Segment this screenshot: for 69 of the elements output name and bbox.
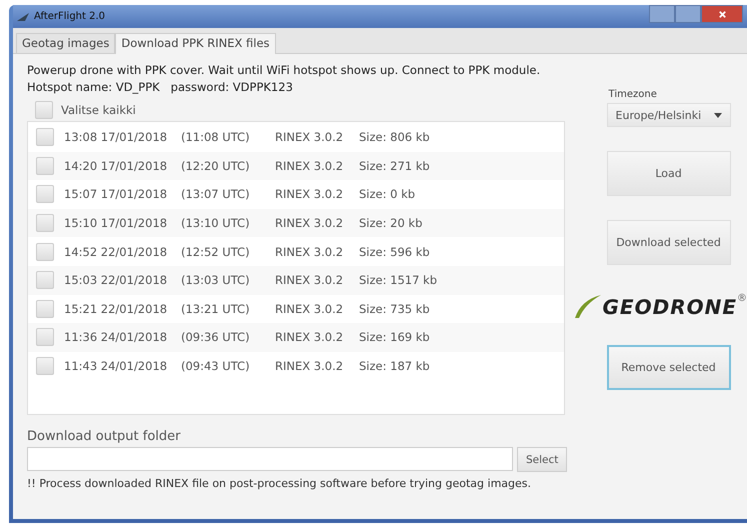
file-format: RINEX 3.0.2 (275, 244, 344, 259)
file-format: RINEX 3.0.2 (275, 330, 344, 344)
file-utc-time: (13:10 UTC) (181, 216, 251, 230)
output-folder-label: Download output folder (27, 429, 182, 444)
select-button[interactable]: Select (517, 447, 568, 472)
remove-selected-button[interactable]: Remove selected (606, 345, 731, 390)
file-utc-time: (09:43 UTC) (181, 359, 251, 374)
row-checkbox[interactable] (36, 242, 54, 261)
row-checkbox[interactable] (36, 300, 54, 318)
file-size: Size: 20 kb (359, 216, 422, 230)
file-utc-time: (09:36 UTC) (181, 330, 251, 344)
file-size: Size: 187 kb (359, 359, 430, 374)
file-size: Size: 735 kb (359, 302, 430, 316)
instruction-text: Hotspot name: VD_PPK password: VDPPK123 (27, 79, 294, 96)
close-icon (718, 10, 726, 18)
file-size: Size: 596 kb (359, 244, 430, 259)
file-size: Size: 0 kb (359, 187, 416, 202)
registered-mark: ® (737, 293, 747, 304)
file-date: 14:52 22/01/2018 (64, 244, 168, 259)
tab[interactable]: Geotag images (16, 33, 116, 53)
action-button[interactable]: Download selected (606, 220, 731, 265)
note-text: !! Process downloaded RINEX file on post-processing software before trying geotag images. (27, 477, 532, 490)
tab[interactable]: Download PPK RINEX files (115, 33, 276, 54)
timezone-label: Timezone (608, 89, 657, 100)
file-date: 15:21 22/01/2018 (64, 302, 168, 316)
file-format: RINEX 3.0.2 (275, 273, 344, 288)
file-utc-time: (13:03 UTC) (181, 273, 251, 288)
file-format: RINEX 3.0.2 (275, 158, 344, 173)
file-size: Size: 806 kb (359, 130, 430, 144)
select-all-checkbox[interactable] (35, 101, 53, 119)
instruction-text: Powerup drone with PPK cover. Wait until WiFi hotspot shows up. Connect to PPK module. (27, 62, 542, 79)
file-size: Size: 169 kb (359, 330, 430, 344)
action-button[interactable]: Load (606, 151, 731, 196)
file-date: 15:07 17/01/2018 (64, 187, 168, 202)
file-utc-time: (12:20 UTC) (181, 158, 251, 173)
file-format: RINEX 3.0.2 (275, 302, 344, 316)
file-date: 11:36 24/01/2018 (64, 330, 168, 344)
file-utc-time: (12:52 UTC) (181, 244, 251, 259)
file-date: 11:43 24/01/2018 (64, 359, 168, 374)
row-checkbox[interactable] (36, 156, 54, 175)
file-size: Size: 1517 kb (359, 273, 438, 288)
checkbox-label: Valitse kaikki (61, 103, 136, 117)
window-title: AfterFlight 2.0 (34, 11, 106, 22)
logo-text: GEODRONE (602, 295, 737, 319)
file-utc-time: (11:08 UTC) (181, 130, 251, 144)
file-date: 15:10 17/01/2018 (64, 216, 168, 230)
row-checkbox[interactable] (36, 357, 54, 376)
close-button[interactable] (701, 5, 743, 23)
file-format: RINEX 3.0.2 (275, 187, 344, 202)
file-format: RINEX 3.0.2 (275, 130, 344, 144)
file-utc-time: (13:21 UTC) (181, 302, 251, 316)
file-size: Size: 271 kb (359, 158, 430, 173)
row-checkbox[interactable] (36, 328, 54, 346)
minimize-button[interactable] (649, 5, 675, 23)
output-folder-field[interactable] (27, 447, 513, 471)
row-checkbox[interactable] (36, 128, 54, 146)
file-utc-time: (13:07 UTC) (181, 187, 251, 202)
caret-icon (714, 112, 722, 118)
maximize-button[interactable] (675, 5, 701, 23)
row-checkbox[interactable] (36, 271, 54, 290)
file-format: RINEX 3.0.2 (275, 359, 344, 374)
file-format: RINEX 3.0.2 (275, 216, 344, 230)
timezone-dropdown[interactable]: Europe/Helsinki (606, 103, 731, 127)
row-checkbox[interactable] (36, 214, 54, 232)
file-date: 15:03 22/01/2018 (64, 273, 168, 288)
file-date: 13:08 17/01/2018 (64, 130, 168, 144)
file-date: 14:20 17/01/2018 (64, 158, 168, 173)
row-checkbox[interactable] (36, 185, 54, 204)
plane-icon (16, 10, 30, 22)
